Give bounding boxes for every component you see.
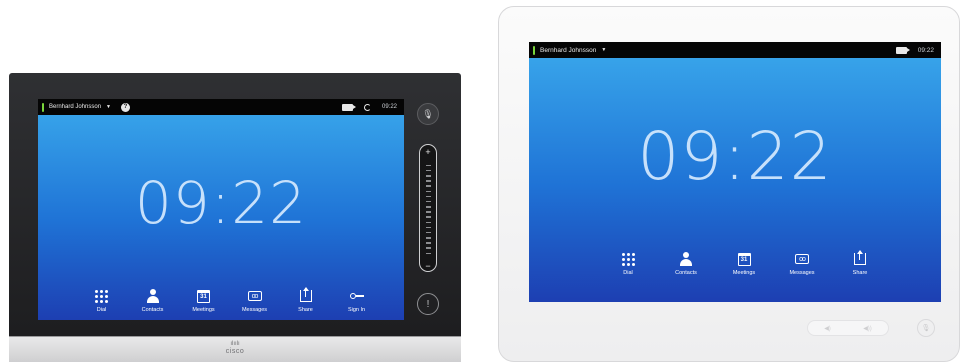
microphone-muted-icon: 🎙 bbox=[921, 325, 931, 332]
home-dock: Dial Contacts 31 Meetings oo Messages Sh… bbox=[38, 287, 404, 313]
volume-up-icon[interactable]: + bbox=[425, 148, 430, 157]
contacts-button[interactable]: Contacts bbox=[127, 289, 178, 313]
share-icon bbox=[299, 287, 312, 303]
contacts-button[interactable]: Contacts bbox=[657, 252, 715, 276]
dial-pad-icon bbox=[95, 289, 108, 303]
cisco-logo: ılıılı cisco bbox=[225, 341, 245, 355]
meetings-button[interactable]: 31 Meetings bbox=[715, 252, 773, 276]
volume-scale bbox=[425, 157, 431, 262]
volume-rocker[interactable]: ◀) ◀)) bbox=[807, 320, 889, 336]
contacts-label: Contacts bbox=[141, 307, 164, 313]
share-icon bbox=[854, 250, 866, 266]
volume-down-icon[interactable]: ◀) bbox=[824, 325, 831, 332]
share-button[interactable]: Share bbox=[831, 250, 889, 276]
help-icon[interactable]: ? bbox=[121, 102, 130, 112]
share-label: Share bbox=[298, 307, 313, 313]
device-base-bar: ılıılı cisco bbox=[9, 336, 461, 362]
left-screen: Bernhard Johnsson ▼ ? 09:22 09:22 Dial C… bbox=[38, 99, 404, 320]
voicemail-icon: oo bbox=[247, 289, 262, 303]
volume-down-icon[interactable]: − bbox=[425, 262, 430, 271]
key-icon bbox=[349, 289, 364, 303]
chevron-down-icon[interactable]: ▼ bbox=[106, 104, 111, 110]
microphone-muted-icon: 🎙 bbox=[422, 108, 434, 119]
voicemail-icon: oo bbox=[795, 252, 809, 266]
alert-button[interactable]: ! bbox=[417, 293, 439, 315]
status-bar: Bernhard Johnsson ▼ 09:22 bbox=[529, 42, 941, 58]
right-screen: Bernhard Johnsson ▼ 09:22 09:22 Dial Con… bbox=[529, 42, 941, 302]
volume-up-icon[interactable]: ◀)) bbox=[863, 325, 872, 332]
calendar-icon: 31 bbox=[737, 252, 751, 266]
presence-indicator bbox=[42, 102, 44, 112]
messages-button[interactable]: oo Messages bbox=[229, 289, 280, 313]
dial-button[interactable]: Dial bbox=[599, 252, 657, 276]
messages-label: Messages bbox=[241, 307, 268, 313]
dial-button[interactable]: Dial bbox=[76, 289, 127, 313]
dial-pad-icon bbox=[621, 252, 635, 266]
home-clock: 09:22 bbox=[637, 118, 833, 195]
contacts-label: Contacts bbox=[675, 270, 697, 276]
product-showcase: ılıılı cisco Bernhard Johnsson ▼ ? 09:22… bbox=[0, 0, 960, 362]
messages-button[interactable]: oo Messages bbox=[773, 252, 831, 276]
contacts-icon bbox=[146, 289, 160, 303]
meetings-label: Meetings bbox=[732, 270, 756, 276]
mute-microphone-button[interactable]: 🎙 bbox=[917, 319, 935, 337]
meetings-button[interactable]: 31 Meetings bbox=[178, 289, 229, 313]
camera-icon[interactable] bbox=[341, 103, 356, 111]
camera-icon[interactable] bbox=[895, 46, 910, 54]
status-bar: Bernhard Johnsson ▼ ? 09:22 bbox=[38, 99, 404, 115]
presence-indicator bbox=[533, 45, 535, 55]
meetings-label: Meetings bbox=[192, 307, 215, 313]
sync-icon[interactable] bbox=[363, 103, 371, 111]
exclamation-icon: ! bbox=[426, 298, 430, 310]
home-dock: Dial Contacts 31 Meetings oo Messages Sh… bbox=[529, 250, 941, 276]
dial-label: Dial bbox=[96, 307, 107, 313]
chevron-down-icon[interactable]: ▼ bbox=[601, 47, 606, 53]
dial-label: Dial bbox=[623, 270, 633, 276]
home-clock: 09:22 bbox=[134, 169, 308, 237]
sign-in-label: Sign In bbox=[347, 307, 366, 313]
status-time: 09:22 bbox=[381, 104, 397, 110]
messages-label: Messages bbox=[789, 270, 815, 276]
volume-slider[interactable]: + − bbox=[419, 144, 437, 272]
calendar-icon: 31 bbox=[197, 289, 210, 303]
share-label: Share bbox=[852, 270, 868, 276]
share-button[interactable]: Share bbox=[280, 287, 331, 313]
user-name-button[interactable]: Bernhard Johnsson bbox=[49, 104, 101, 110]
status-time: 09:22 bbox=[917, 46, 934, 54]
contacts-icon bbox=[679, 252, 693, 266]
mute-microphone-button[interactable]: 🎙 bbox=[417, 103, 439, 125]
sign-in-button[interactable]: Sign In bbox=[331, 289, 382, 313]
user-name-button[interactable]: Bernhard Johnsson bbox=[540, 47, 596, 54]
